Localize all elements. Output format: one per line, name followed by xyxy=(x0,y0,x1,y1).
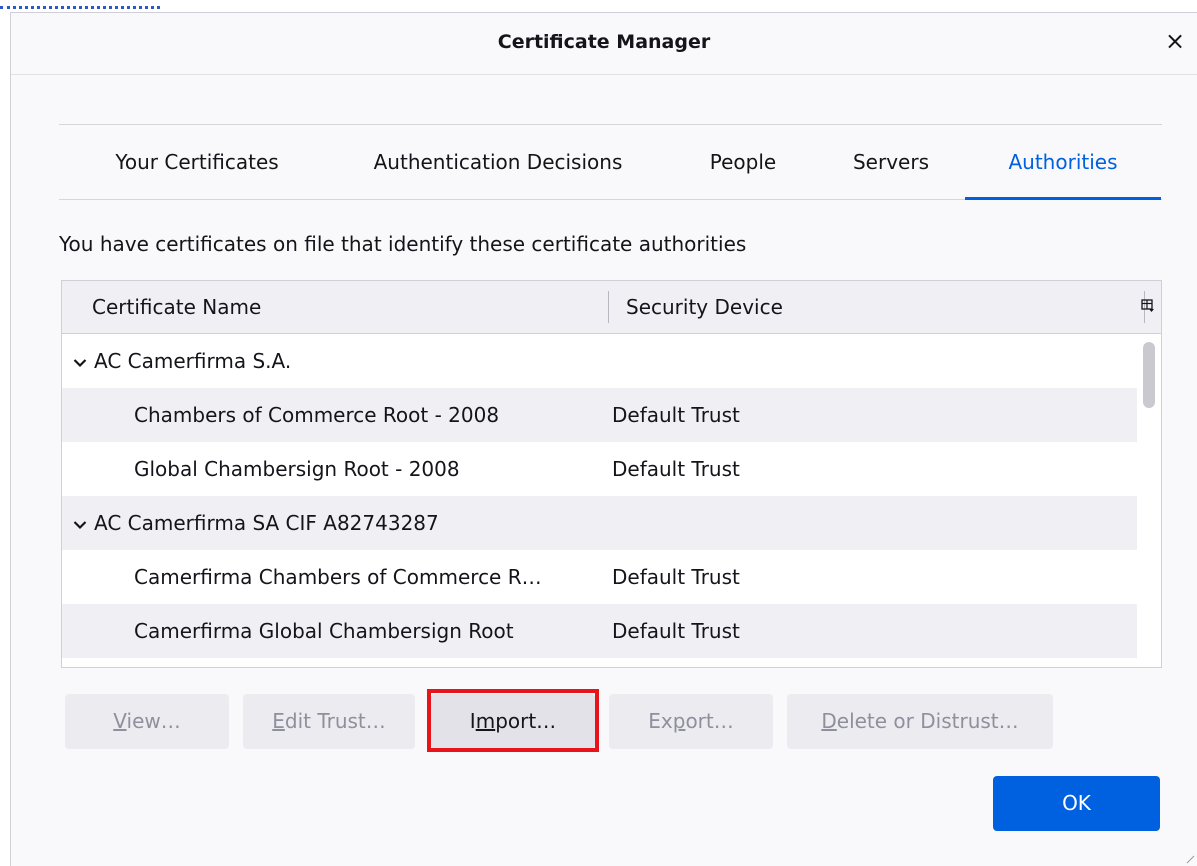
authorities-description: You have certificates on file that ident… xyxy=(59,232,747,256)
edit-trust-button[interactable]: Edit Trust… xyxy=(243,694,415,749)
column-header-security-device[interactable]: Security Device xyxy=(626,281,783,333)
tree-row[interactable]: Camerfirma Global Chambersign Root Defau… xyxy=(62,604,1138,658)
tree-row-group[interactable]: AC Camerfirma S.A. xyxy=(62,334,1138,388)
close-icon[interactable]: × xyxy=(1161,27,1189,55)
group-label: AC Camerfirma S.A. xyxy=(94,349,292,373)
tab-bar: Your Certificates Authentication Decisio… xyxy=(59,124,1162,200)
tab-servers[interactable]: Servers xyxy=(831,125,951,200)
resize-grip-icon[interactable] xyxy=(1185,854,1195,864)
ok-button[interactable]: OK xyxy=(993,776,1160,831)
tree-row[interactable]: Chambers of Commerce Root - 2008 Default… xyxy=(62,388,1138,442)
tree-row[interactable]: Camerfirma Chambers of Commerce R… Defau… xyxy=(62,550,1138,604)
scrollbar-thumb[interactable] xyxy=(1143,342,1155,408)
group-label: AC Camerfirma SA CIF A82743287 xyxy=(94,511,439,535)
tab-authorities[interactable]: Authorities xyxy=(965,125,1161,200)
security-device: Default Trust xyxy=(612,457,740,481)
tab-people[interactable]: People xyxy=(687,125,799,200)
view-button[interactable]: View… xyxy=(65,694,229,749)
security-device: Default Trust xyxy=(612,619,740,643)
certificate-name: Global Chambersign Root - 2008 xyxy=(134,457,460,481)
tree-row-group[interactable]: AC Camerfirma SA CIF A82743287 xyxy=(62,496,1138,550)
export-button[interactable]: Export… xyxy=(609,694,773,749)
security-device: Default Trust xyxy=(612,403,740,427)
chevron-down-icon[interactable] xyxy=(70,336,90,390)
dialog-title: Certificate Manager xyxy=(497,31,711,53)
background-window-strip xyxy=(0,0,1197,12)
column-splitter[interactable] xyxy=(608,291,609,323)
title-bar: Certificate Manager × xyxy=(11,13,1197,75)
chevron-down-icon[interactable] xyxy=(70,498,90,552)
column-picker-icon[interactable] xyxy=(1141,299,1155,313)
certificate-name: Camerfirma Chambers of Commerce R… xyxy=(134,565,542,589)
tree-row[interactable]: Global Chambersign Root - 2008 Default T… xyxy=(62,442,1138,496)
vertical-scrollbar[interactable] xyxy=(1137,334,1161,667)
import-button[interactable]: Import… xyxy=(431,694,595,749)
tab-authentication-decisions[interactable]: Authentication Decisions xyxy=(341,125,655,200)
certificate-manager-dialog: Certificate Manager × Your Certificates … xyxy=(10,12,1197,866)
certificate-name: Chambers of Commerce Root - 2008 xyxy=(134,403,500,427)
tab-your-certificates[interactable]: Your Certificates xyxy=(69,125,325,200)
delete-or-distrust-button[interactable]: Delete or Distrust… xyxy=(787,694,1053,749)
tree-header: Certificate Name Security Device xyxy=(62,281,1161,334)
certificate-name: Camerfirma Global Chambersign Root xyxy=(134,619,514,643)
background-link-fragment xyxy=(0,0,160,9)
column-header-certificate-name[interactable]: Certificate Name xyxy=(92,281,261,333)
certificate-tree: Certificate Name Security Device AC Came… xyxy=(61,280,1162,668)
security-device: Default Trust xyxy=(612,565,740,589)
